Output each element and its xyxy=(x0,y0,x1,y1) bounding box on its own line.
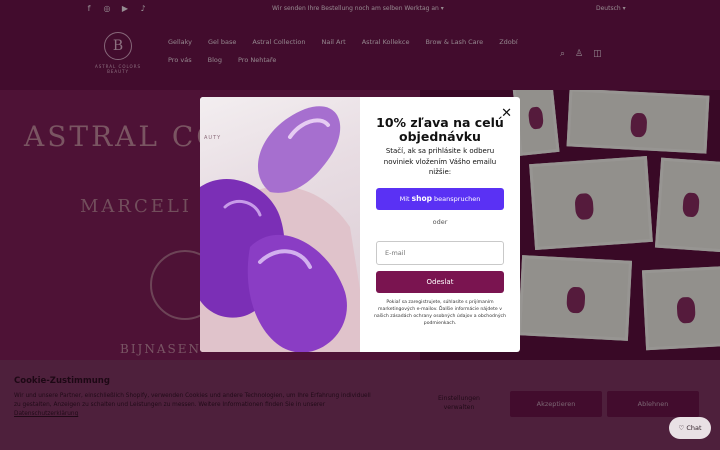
popup-nail-image: AUTY xyxy=(200,97,360,352)
chat-label: Chat xyxy=(686,424,702,432)
popup-title: 10% zľava na celú objednávku xyxy=(376,115,504,144)
shop-button-suffix: beanspruchen xyxy=(434,195,481,203)
popup-content: ✕ 10% zľava na celú objednávku Stačí, ak… xyxy=(360,97,520,352)
submit-button[interactable]: Odeslat xyxy=(376,271,504,293)
newsletter-popup: AUTY ✕ 10% zľava na celú objednávku Stač… xyxy=(200,97,520,352)
popup-image-brand: AUTY xyxy=(204,135,222,141)
popup-description: Stačí, ak sa prihlásite k odberu novinie… xyxy=(383,147,497,176)
email-field[interactable] xyxy=(376,241,504,265)
chat-icon: ♡ xyxy=(678,424,685,432)
shop-pay-button[interactable]: Mit shop beanspruchen xyxy=(376,188,504,210)
shop-button-prefix: Mit xyxy=(399,195,410,203)
chat-button[interactable]: ♡ Chat xyxy=(669,417,711,439)
nail-illustration xyxy=(200,106,360,352)
legal-text: Pokiaľ sa zaregistrujete, súhlasíte s pr… xyxy=(374,300,506,326)
divider-text: oder xyxy=(432,218,448,226)
shop-logo: shop xyxy=(411,194,432,203)
